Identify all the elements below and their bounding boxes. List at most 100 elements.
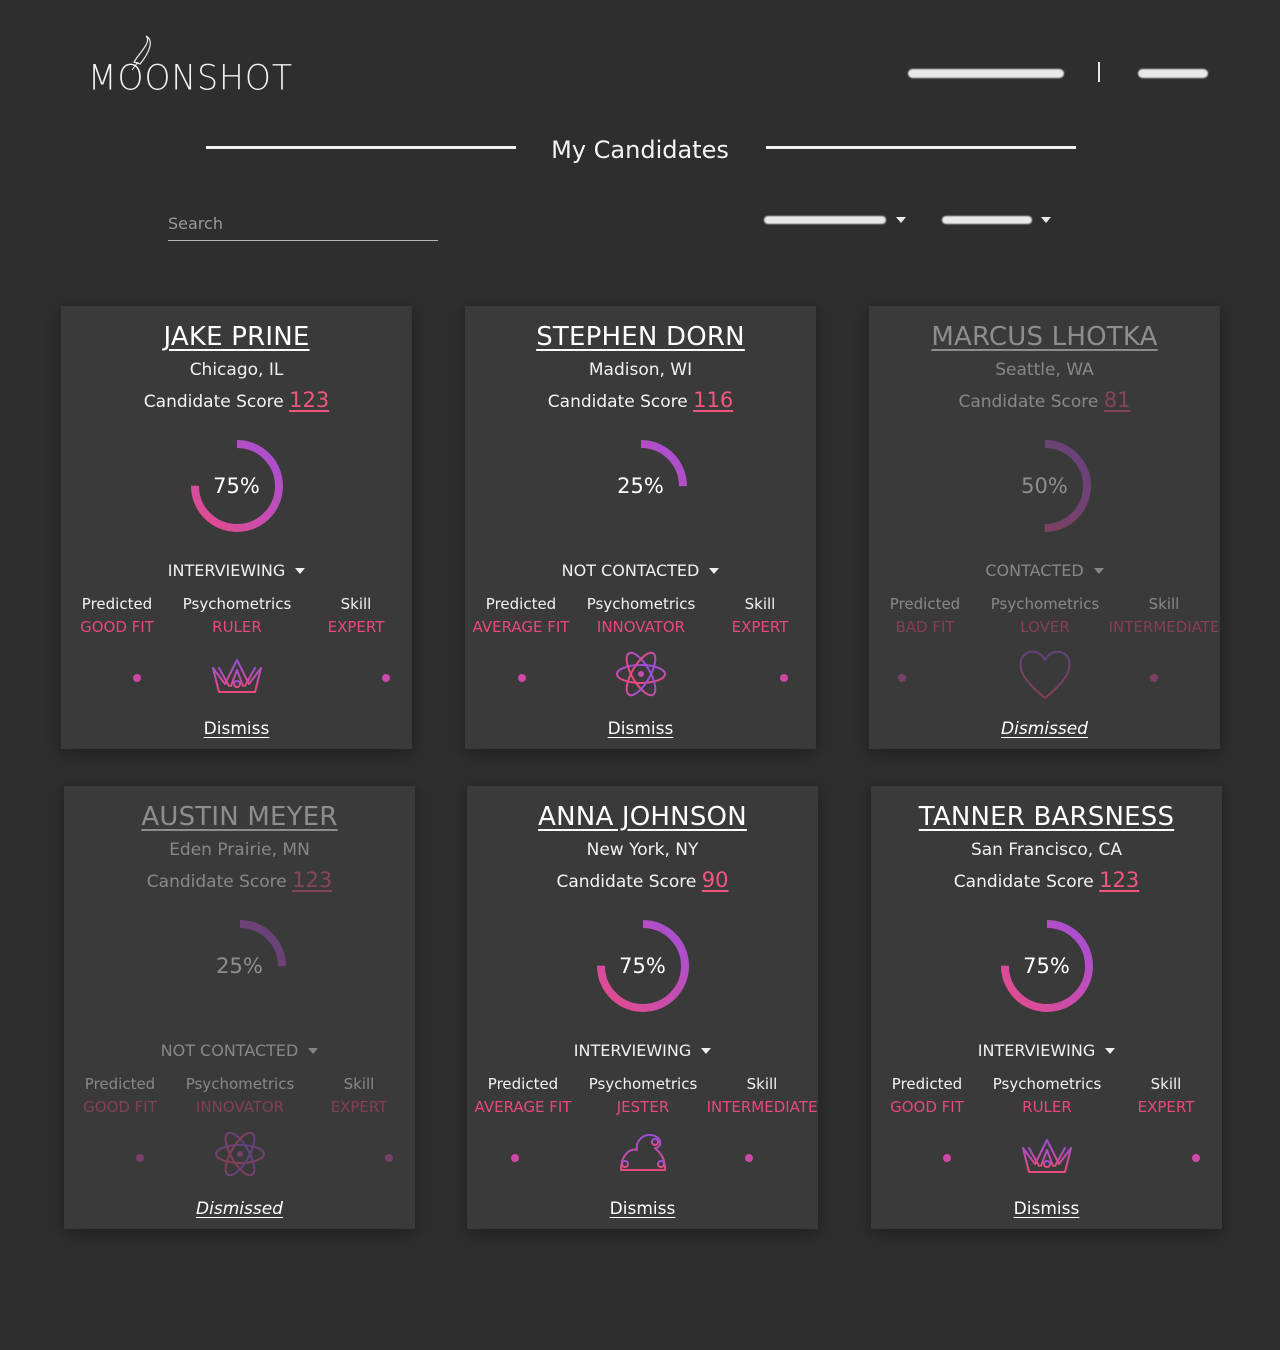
skill-label: Skill <box>746 1075 778 1093</box>
heart-icon <box>1017 646 1073 702</box>
predicted-slider[interactable] <box>78 1153 164 1163</box>
skill-label: Skill <box>340 595 372 613</box>
skill-slider[interactable] <box>1123 1153 1209 1163</box>
dismissed-link[interactable]: Dismissed <box>869 719 1220 739</box>
progress-percent: 25% <box>216 954 263 978</box>
candidate-location: New York, NY <box>586 840 699 860</box>
filter-dropdown-1[interactable] <box>764 214 914 226</box>
psychometrics-label: Psychometrics <box>990 595 1100 613</box>
chevron-down-icon <box>896 217 906 223</box>
predicted-value: GOOD FIT <box>80 618 154 636</box>
status-value: NOT CONTACTED <box>561 561 700 580</box>
skill-label: Skill <box>343 1075 375 1093</box>
skill-slider[interactable] <box>719 1153 805 1163</box>
candidate-score-value[interactable]: 123 <box>292 868 332 892</box>
skill-column: Skill EXPERT <box>1101 1075 1231 1116</box>
predicted-column: Predicted GOOD FIT <box>862 1075 992 1116</box>
candidate-score-label: Candidate Score <box>146 872 287 892</box>
skill-slider[interactable] <box>717 673 803 683</box>
status-dropdown[interactable]: CONTACTED <box>869 561 1220 580</box>
candidate-score-label: Candidate Score <box>143 392 284 412</box>
predicted-slider[interactable] <box>479 673 565 683</box>
candidate-score-value[interactable]: 123 <box>289 388 329 412</box>
progress-percent: 50% <box>1021 474 1068 498</box>
candidate-score-value[interactable]: 81 <box>1104 388 1131 412</box>
nav-link-placeholder-2[interactable] <box>1138 69 1208 78</box>
status-value: NOT CONTACTED <box>160 1041 299 1060</box>
skill-slider[interactable] <box>316 1153 402 1163</box>
candidate-name[interactable]: AUSTIN MEYER <box>64 802 415 832</box>
skill-slider[interactable] <box>313 673 399 683</box>
status-dropdown[interactable]: INTERVIEWING <box>467 1041 818 1060</box>
candidate-name[interactable]: JAKE PRINE <box>61 322 412 352</box>
candidate-score-line: Candidate Score 123 <box>64 868 415 892</box>
predicted-column: Predicted AVERAGE FIT <box>458 1075 588 1116</box>
chevron-down-icon <box>1093 568 1104 574</box>
filter-dropdown-2[interactable] <box>942 214 1057 226</box>
skill-label: Skill <box>1148 595 1180 613</box>
progress-percent: 25% <box>617 474 664 498</box>
status-value: CONTACTED <box>985 561 1084 580</box>
dismissed-link[interactable]: Dismissed <box>64 1199 415 1219</box>
psychometrics-label: Psychometrics <box>992 1075 1102 1093</box>
skill-value: INTERMEDIATE <box>1108 618 1220 636</box>
candidate-score-value[interactable]: 123 <box>1099 868 1139 892</box>
candidate-score-value[interactable]: 116 <box>693 388 733 412</box>
psychometrics-value: RULER <box>1022 1098 1072 1116</box>
psychometrics-value: LOVER <box>1020 618 1070 636</box>
candidate-name[interactable]: ANNA JOHNSON <box>467 802 818 832</box>
dismiss-button[interactable]: Dismiss <box>465 719 816 739</box>
predicted-label: Predicted <box>889 595 961 613</box>
chevron-down-icon <box>1041 217 1051 223</box>
status-value: INTERVIEWING <box>977 1041 1096 1060</box>
filter-value-placeholder <box>764 216 886 224</box>
status-value: INTERVIEWING <box>573 1041 692 1060</box>
psychometrics-column: Psychometrics INNOVATOR <box>576 595 706 636</box>
status-dropdown[interactable]: NOT CONTACTED <box>64 1041 415 1060</box>
progress-percent: 75% <box>213 474 260 498</box>
brand-name: MOONSHOT <box>88 57 294 98</box>
skill-value: EXPERT <box>327 618 385 636</box>
candidate-score-label: Candidate Score <box>556 872 697 892</box>
candidate-name[interactable]: MARCUS LHOTKA <box>869 322 1220 352</box>
candidate-name[interactable]: TANNER BARSNESS <box>871 802 1222 832</box>
filter-value-placeholder <box>942 216 1032 224</box>
predicted-column: Predicted GOOD FIT <box>55 1075 185 1116</box>
title-divider-left <box>206 146 516 149</box>
candidate-score-value[interactable]: 90 <box>702 868 729 892</box>
nav-link-placeholder-1[interactable] <box>908 69 1064 78</box>
dismiss-button[interactable]: Dismiss <box>467 1199 818 1219</box>
psychometrics-value: JESTER <box>616 1098 670 1116</box>
candidate-card: MARCUS LHOTKA Seattle, WA Candidate Scor… <box>869 306 1220 749</box>
candidate-card: STEPHEN DORN Madison, WI Candidate Score… <box>465 306 816 749</box>
dismiss-button[interactable]: Dismiss <box>61 719 412 739</box>
skill-value: EXPERT <box>731 618 789 636</box>
skill-slider[interactable] <box>1121 673 1207 683</box>
chevron-down-icon <box>308 1048 319 1054</box>
candidate-card: JAKE PRINE Chicago, IL Candidate Score 1… <box>61 306 412 749</box>
predicted-slider[interactable] <box>75 673 161 683</box>
candidate-name[interactable]: STEPHEN DORN <box>465 322 816 352</box>
crown-icon <box>1019 1126 1075 1182</box>
skill-column: Skill EXPERT <box>695 595 825 636</box>
predicted-slider[interactable] <box>481 1153 567 1163</box>
predicted-column: Predicted AVERAGE FIT <box>456 595 586 636</box>
predicted-slider[interactable] <box>885 1153 971 1163</box>
status-dropdown[interactable]: INTERVIEWING <box>61 561 412 580</box>
chevron-down-icon <box>701 1048 712 1054</box>
predicted-slider[interactable] <box>883 673 969 683</box>
status-dropdown[interactable]: INTERVIEWING <box>871 1041 1222 1060</box>
predicted-value: AVERAGE FIT <box>474 1098 572 1116</box>
psychometrics-column: Psychometrics JESTER <box>578 1075 708 1116</box>
search-field[interactable] <box>168 210 438 241</box>
search-input[interactable] <box>168 210 438 233</box>
candidate-location: San Francisco, CA <box>970 840 1123 860</box>
candidate-score-label: Candidate Score <box>547 392 688 412</box>
dismiss-button[interactable]: Dismiss <box>871 1199 1222 1219</box>
psychometrics-label: Psychometrics <box>588 1075 698 1093</box>
status-dropdown[interactable]: NOT CONTACTED <box>465 561 816 580</box>
candidate-score-line: Candidate Score 123 <box>871 868 1222 892</box>
predicted-label: Predicted <box>84 1075 156 1093</box>
moonshot-logo[interactable]: MOONSHOT <box>88 34 308 98</box>
chevron-down-icon <box>709 568 720 574</box>
